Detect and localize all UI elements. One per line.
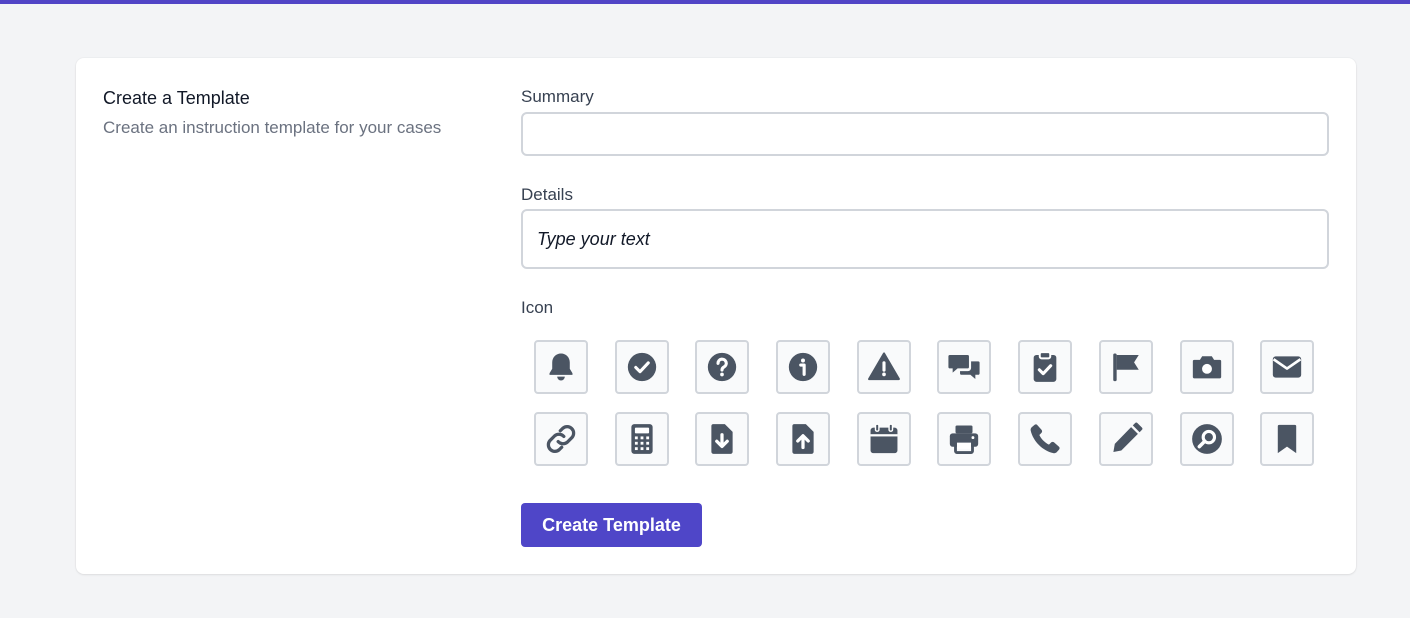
printer-icon <box>950 425 979 455</box>
file-upload-icon <box>792 424 814 454</box>
chat-bubbles-icon <box>948 354 981 380</box>
pencil-icon <box>1113 422 1143 453</box>
check-circle-icon <box>627 352 656 382</box>
icon-picker <box>534 340 1315 468</box>
info-circle-icon <box>788 352 818 382</box>
icon-option-envelope[interactable] <box>1260 340 1315 394</box>
icon-option-flag[interactable] <box>1098 340 1153 394</box>
icon-option-info[interactable] <box>776 340 831 394</box>
icon-option-search[interactable] <box>1179 412 1234 466</box>
icon-option-warning[interactable] <box>856 340 911 394</box>
top-accent-bar <box>0 0 1410 4</box>
calculator-icon <box>631 424 653 454</box>
warning-icon <box>867 352 900 381</box>
icon-option-camera[interactable] <box>1179 340 1234 394</box>
search-circle-icon <box>1191 424 1222 454</box>
icon-option-clipboard[interactable] <box>1018 340 1073 394</box>
calendar-icon <box>870 423 898 454</box>
section-description: Create an instruction template for your … <box>103 118 442 137</box>
section-title: Create a Template <box>103 88 250 108</box>
create-template-button[interactable]: Create Template <box>521 503 702 547</box>
file-download-icon <box>711 424 733 454</box>
bookmark-icon <box>1277 424 1297 454</box>
envelope-icon <box>1272 356 1302 378</box>
icon-option-bell[interactable] <box>534 340 588 394</box>
icon-label: Icon <box>521 298 554 317</box>
icon-option-phone[interactable] <box>1018 412 1073 466</box>
link-icon <box>546 425 576 453</box>
clipboard-check-icon <box>1033 351 1057 382</box>
details-label: Details <box>521 185 573 204</box>
icon-option-file-upload[interactable] <box>776 412 831 466</box>
icon-option-printer[interactable] <box>937 412 992 466</box>
flag-icon <box>1113 353 1139 382</box>
icon-option-pencil[interactable] <box>1098 412 1153 466</box>
summary-input[interactable] <box>521 112 1329 156</box>
icon-option-calendar[interactable] <box>856 412 911 466</box>
icon-option-check-circle[interactable] <box>614 340 669 394</box>
icon-option-file-download[interactable] <box>695 412 750 466</box>
icon-option-link[interactable] <box>534 412 588 466</box>
icon-option-question[interactable] <box>695 340 750 394</box>
question-circle-icon <box>708 352 737 382</box>
template-form-card: Create a Template Create an instruction … <box>76 58 1356 574</box>
icon-option-chat[interactable] <box>937 340 992 394</box>
bell-icon <box>549 353 573 381</box>
summary-label: Summary <box>521 87 594 106</box>
phone-icon <box>1030 424 1060 454</box>
icon-option-bookmark[interactable] <box>1260 412 1315 466</box>
camera-icon <box>1192 356 1221 379</box>
icon-option-calculator[interactable] <box>614 412 669 466</box>
details-textarea[interactable] <box>521 209 1329 269</box>
